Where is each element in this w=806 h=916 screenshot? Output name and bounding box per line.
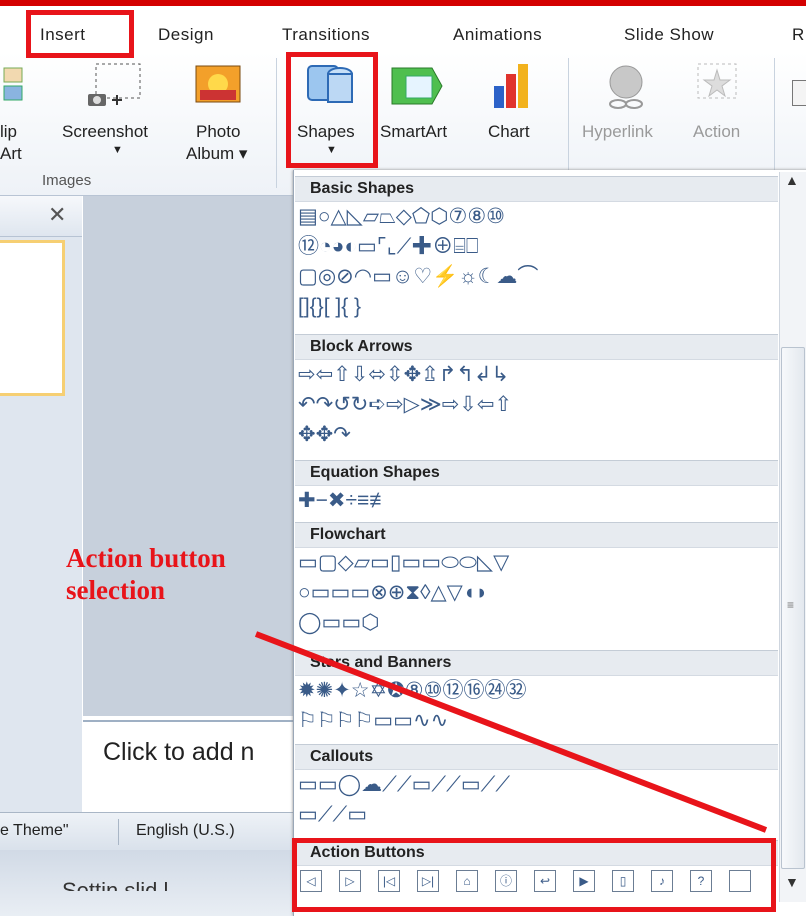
- annotation-arrow: [254, 631, 768, 833]
- annotation-arrow-line: [254, 631, 768, 833]
